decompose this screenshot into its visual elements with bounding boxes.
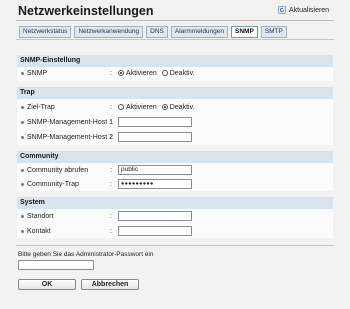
section-header-snmp: SNMP-Einstellung xyxy=(17,55,333,67)
trap-enable-radio[interactable]: Aktivieren xyxy=(118,104,157,111)
target-trap-row: Ziel-Trap : Aktivieren Deaktiv. xyxy=(17,101,333,113)
snmp-enable-radio[interactable]: Aktivieren xyxy=(118,70,157,77)
tab-netzwerkanwendung[interactable]: Netzwerkanwendung xyxy=(74,26,144,38)
cancel-button[interactable]: Abbrechen xyxy=(81,279,139,290)
section-header-community: Community xyxy=(17,151,333,163)
tab-dns[interactable]: DNS xyxy=(146,26,168,38)
location-input[interactable] xyxy=(118,211,192,221)
ok-button[interactable]: OK xyxy=(18,279,76,290)
host2-label: SNMP-Management-Host 2 xyxy=(27,133,113,141)
bullet-icon xyxy=(21,229,24,233)
title-divider xyxy=(16,20,334,21)
bullet-icon xyxy=(21,105,24,109)
get-community-row: Community abrufen : public xyxy=(17,164,333,176)
host2-input[interactable] xyxy=(118,132,192,142)
admin-password-input[interactable] xyxy=(18,260,94,270)
page-title: Netzwerkeinstellungen xyxy=(18,4,154,18)
tab-smtp[interactable]: SMTP xyxy=(260,26,287,38)
trap-disable-label: Deaktiv. xyxy=(169,103,195,111)
target-trap-label: Ziel-Trap xyxy=(27,103,55,111)
snmp-disable-radio[interactable]: Deaktiv. xyxy=(161,69,195,77)
tab-snmp[interactable]: SNMP xyxy=(231,26,258,38)
tab-alarmmeldungen[interactable]: Alarmmeldungen xyxy=(170,26,229,38)
get-community-label: Community abrufen xyxy=(27,166,89,174)
bullet-icon xyxy=(21,135,24,139)
radio-unselected-icon xyxy=(118,104,124,110)
contact-input[interactable] xyxy=(118,226,192,236)
contact-label: Kontakt xyxy=(27,227,51,235)
host2-row: SNMP-Management-Host 2 : xyxy=(17,131,333,143)
snmp-enable-label: Aktivieren xyxy=(126,69,157,77)
trap-community-label: Community-Trap xyxy=(27,180,79,188)
snmp-label: SNMP xyxy=(27,69,48,77)
refresh-button[interactable]: Aktualisieren xyxy=(278,6,329,14)
location-label: Standort xyxy=(27,212,54,220)
trap-disable-radio[interactable]: Deaktiv. xyxy=(161,103,195,111)
footer-divider xyxy=(16,245,334,246)
tab-netzwerkstatus[interactable]: Netzwerkstatus xyxy=(19,26,72,38)
radio-selected-icon xyxy=(118,70,124,76)
host1-input[interactable] xyxy=(118,117,192,127)
section-header-system: System xyxy=(17,197,333,209)
bullet-icon xyxy=(21,214,24,218)
snmp-row: SNMP : Aktivieren Deaktiv. xyxy=(17,67,333,79)
radio-unselected-icon xyxy=(161,70,168,76)
refresh-icon xyxy=(278,6,286,14)
snmp-disable-label: Deaktiv. xyxy=(169,69,195,77)
bullet-icon xyxy=(21,168,24,172)
get-community-input[interactable]: public xyxy=(118,165,192,175)
host1-row: SNMP-Management-Host 1 : xyxy=(17,116,333,128)
trap-enable-label: Aktivieren xyxy=(126,103,157,111)
tab-bar: Netzwerkstatus Netzwerkanwendung DNS Ala… xyxy=(19,26,287,38)
location-row: Standort : xyxy=(17,210,333,222)
password-prompt: Bitte geben Sie das Administrator-Passwo… xyxy=(18,251,154,258)
radio-selected-icon xyxy=(161,104,168,110)
tabs-divider xyxy=(16,39,334,40)
bullet-icon xyxy=(21,120,24,124)
trap-community-password-input[interactable]: ●●●●●●●●● xyxy=(118,179,192,189)
bullet-icon xyxy=(21,71,24,75)
trap-community-row: Community-Trap : ●●●●●●●●● xyxy=(17,178,333,190)
refresh-label: Aktualisieren xyxy=(289,6,330,14)
contact-row: Kontakt : xyxy=(17,225,333,237)
host1-label: SNMP-Management-Host 1 xyxy=(27,118,113,126)
section-header-trap: Trap xyxy=(17,87,333,99)
bullet-icon xyxy=(21,182,24,186)
